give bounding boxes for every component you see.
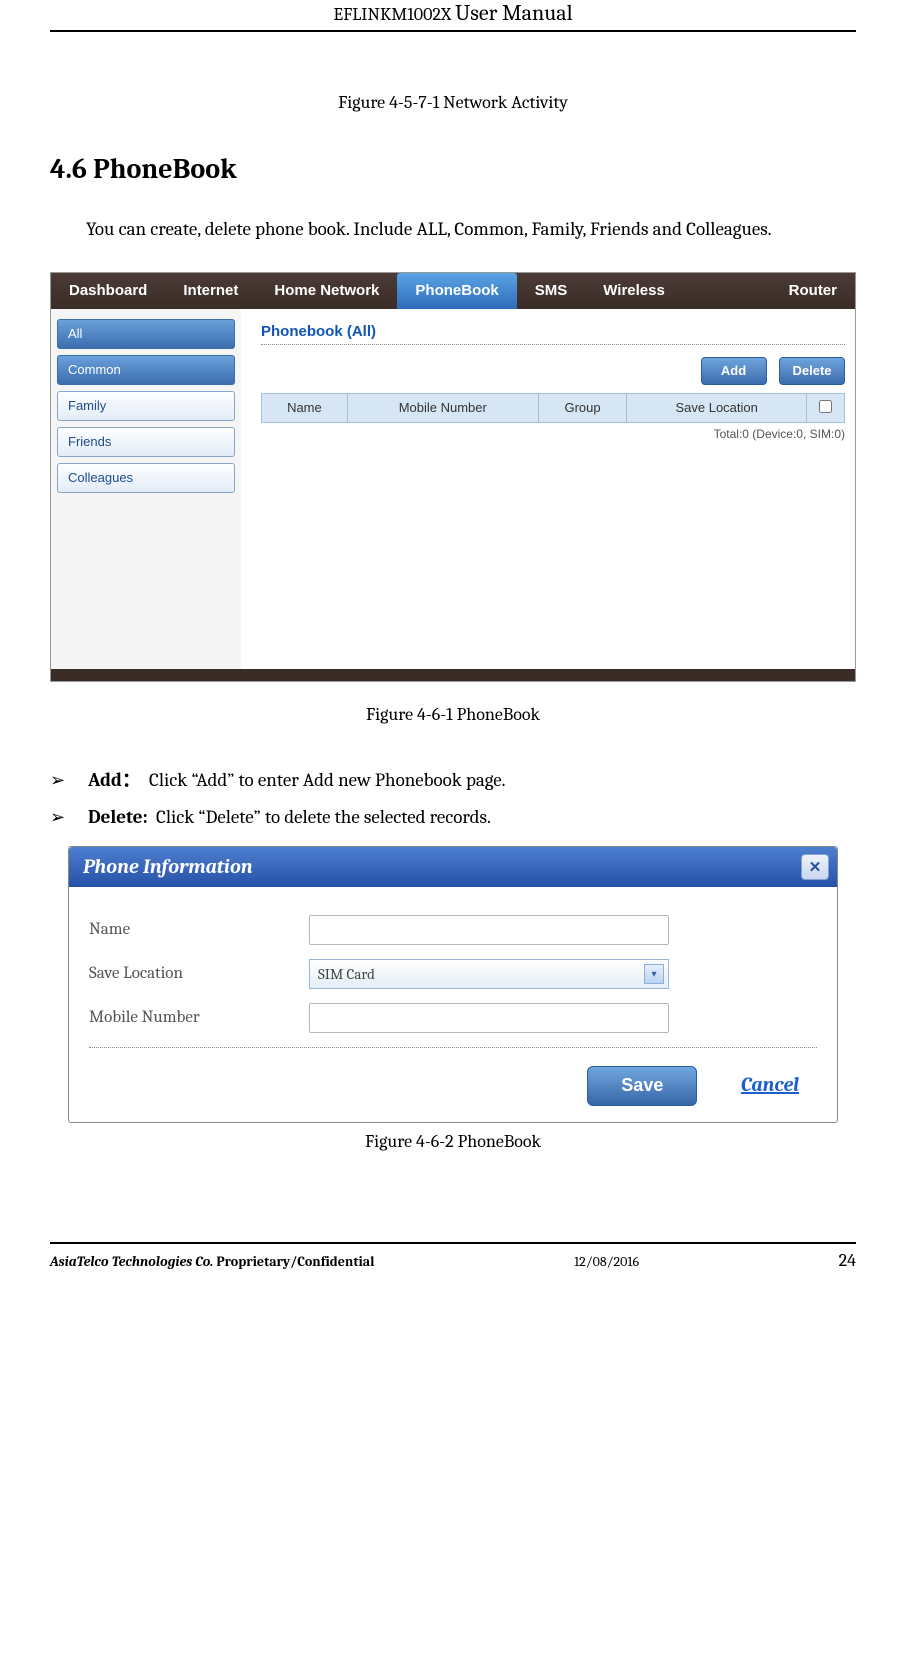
- cancel-link[interactable]: Cancel: [741, 1073, 799, 1096]
- row-save-location: Save Location SIM Card ▾: [89, 959, 817, 989]
- phonebook-table: Name Mobile Number Group Save Location: [261, 393, 845, 423]
- dialog-titlebar: Phone Information ✕: [69, 847, 837, 887]
- totals-line: Total:0 (Device:0, SIM:0): [261, 427, 845, 441]
- footer-company: AsiaTelco Technologies Co.: [50, 1253, 213, 1270]
- bullet-delete-label: Delete:: [88, 806, 148, 828]
- screenshot-footer-bar: [51, 669, 855, 681]
- footer-classification: Proprietary/Confidential: [216, 1253, 374, 1270]
- close-icon[interactable]: ✕: [801, 854, 829, 880]
- nav-item-router[interactable]: Router: [771, 273, 855, 309]
- footer-page-number: 24: [839, 1250, 856, 1271]
- sidebar-item-colleagues[interactable]: Colleagues: [57, 463, 235, 493]
- save-location-value: SIM Card: [318, 965, 375, 983]
- bullet-arrow-icon: ➢: [50, 770, 88, 791]
- save-location-select[interactable]: SIM Card ▾: [309, 959, 669, 989]
- delete-button[interactable]: Delete: [779, 357, 845, 385]
- doc-running-header: EFLINKM1002X User Manual: [50, 0, 856, 32]
- page-footer: AsiaTelco Technologies Co. Proprietary/C…: [50, 1242, 856, 1271]
- panel-title: Phonebook (All): [261, 323, 845, 340]
- name-label: Name: [89, 920, 309, 939]
- col-name: Name: [262, 393, 348, 422]
- bullet-list: ➢ Add： Click “Add” to enter Add new Phon…: [50, 765, 856, 828]
- bullet-add: ➢ Add： Click “Add” to enter Add new Phon…: [50, 765, 856, 792]
- bullet-add-label: Add：: [88, 769, 141, 791]
- nav-item-sms[interactable]: SMS: [517, 273, 586, 309]
- nav-item-phonebook[interactable]: PhoneBook: [397, 273, 516, 309]
- nav-item-internet[interactable]: Internet: [165, 273, 256, 309]
- bullet-add-text: Click “Add” to enter Add new Phonebook p…: [149, 769, 506, 791]
- bullet-arrow-icon: ➢: [50, 807, 88, 828]
- nav-item-wireless[interactable]: Wireless: [585, 273, 683, 309]
- col-group: Group: [538, 393, 627, 422]
- router-admin-screenshot: Dashboard Internet Home Network PhoneBoo…: [50, 272, 856, 682]
- bullet-delete-text: Click “Delete” to delete the selected re…: [156, 806, 491, 828]
- name-input[interactable]: [309, 915, 669, 945]
- nav-item-home-network[interactable]: Home Network: [256, 273, 397, 309]
- sidebar-item-friends[interactable]: Friends: [57, 427, 235, 457]
- row-name: Name: [89, 915, 817, 945]
- nav-item-dashboard[interactable]: Dashboard: [51, 273, 165, 309]
- footer-date: 12/08/2016: [574, 1253, 639, 1270]
- sidebar-item-common[interactable]: Common: [57, 355, 235, 385]
- col-select-all: [807, 393, 845, 422]
- col-mobile-number: Mobile Number: [347, 393, 538, 422]
- section-intro: You can create, delete phone book. Inclu…: [50, 215, 856, 244]
- table-header-row: Name Mobile Number Group Save Location: [262, 393, 845, 422]
- main-panel: Phonebook (All) Add Delete Name Mobile N…: [241, 309, 855, 669]
- add-button[interactable]: Add: [701, 357, 767, 385]
- doc-title-part-a: EFLINKM1002X: [333, 4, 451, 25]
- row-mobile-number: Mobile Number: [89, 1003, 817, 1033]
- sidebar-item-family[interactable]: Family: [57, 391, 235, 421]
- select-all-checkbox[interactable]: [819, 400, 832, 413]
- figure-caption-1: Figure 4-6-1 PhoneBook: [50, 704, 856, 725]
- mobile-number-label: Mobile Number: [89, 1008, 309, 1027]
- bullet-delete: ➢ Delete: Click “Delete” to delete the s…: [50, 806, 856, 828]
- dialog-separator: [89, 1047, 817, 1048]
- phone-info-dialog-screenshot: Phone Information ✕ Name Save Location S…: [68, 846, 838, 1123]
- sidebar-item-all[interactable]: All: [57, 319, 235, 349]
- top-nav: Dashboard Internet Home Network PhoneBoo…: [51, 273, 855, 309]
- chevron-down-icon: ▾: [644, 964, 664, 984]
- save-button[interactable]: Save: [587, 1066, 697, 1106]
- col-save-location: Save Location: [627, 393, 807, 422]
- figure-caption-2: Figure 4-6-2 PhoneBook: [50, 1131, 856, 1152]
- figure-caption-prev: Figure 4-5-7-1 Network Activity: [50, 92, 856, 113]
- sidebar: All Common Family Friends Colleagues: [51, 309, 241, 669]
- doc-title-part-b: User Manual: [455, 0, 572, 26]
- section-heading: 4.6 PhoneBook: [50, 153, 856, 185]
- mobile-number-input[interactable]: [309, 1003, 669, 1033]
- save-location-label: Save Location: [89, 964, 309, 983]
- dialog-title-text: Phone Information: [83, 855, 253, 878]
- separator: [261, 344, 845, 345]
